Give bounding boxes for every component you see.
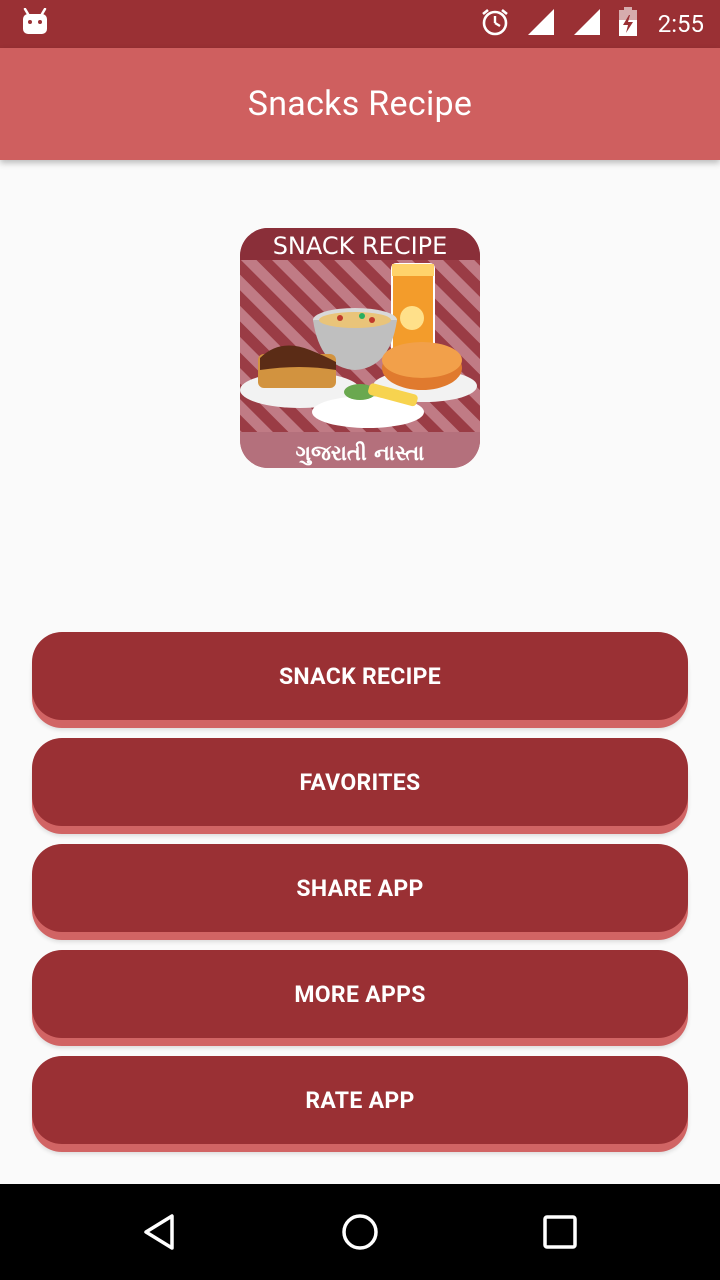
signal-icon <box>526 7 556 41</box>
logo-bottom-text: ગુજરાતી નાસ્તા <box>296 441 425 466</box>
app-title: Snacks Recipe <box>247 84 473 124</box>
logo-top-text: SNACK RECIPE <box>273 232 448 260</box>
android-icon <box>22 7 48 40</box>
snack-recipe-button[interactable]: SNACK RECIPE <box>32 632 688 720</box>
app-logo: SNACK RECIPE ગુજરાતી નાસ્તા <box>240 228 480 468</box>
menu-button-list: SNACK RECIPE FAVORITES SHARE APP MORE AP… <box>32 632 688 1162</box>
recents-icon[interactable] <box>500 1184 620 1280</box>
status-time: 2:55 <box>657 10 704 38</box>
navigation-bar <box>0 1184 720 1280</box>
alarm-icon <box>480 7 510 41</box>
status-bar: 2:55 <box>0 0 720 48</box>
share-app-button[interactable]: SHARE APP <box>32 844 688 932</box>
favorites-button[interactable]: FAVORITES <box>32 738 688 826</box>
back-icon[interactable] <box>100 1184 220 1280</box>
battery-charging-icon <box>618 7 638 41</box>
more-apps-button[interactable]: MORE APPS <box>32 950 688 1038</box>
app-bar: Snacks Recipe <box>0 48 720 160</box>
home-icon[interactable] <box>300 1184 420 1280</box>
wifi-icon <box>572 7 602 41</box>
rate-app-button[interactable]: RATE APP <box>32 1056 688 1144</box>
